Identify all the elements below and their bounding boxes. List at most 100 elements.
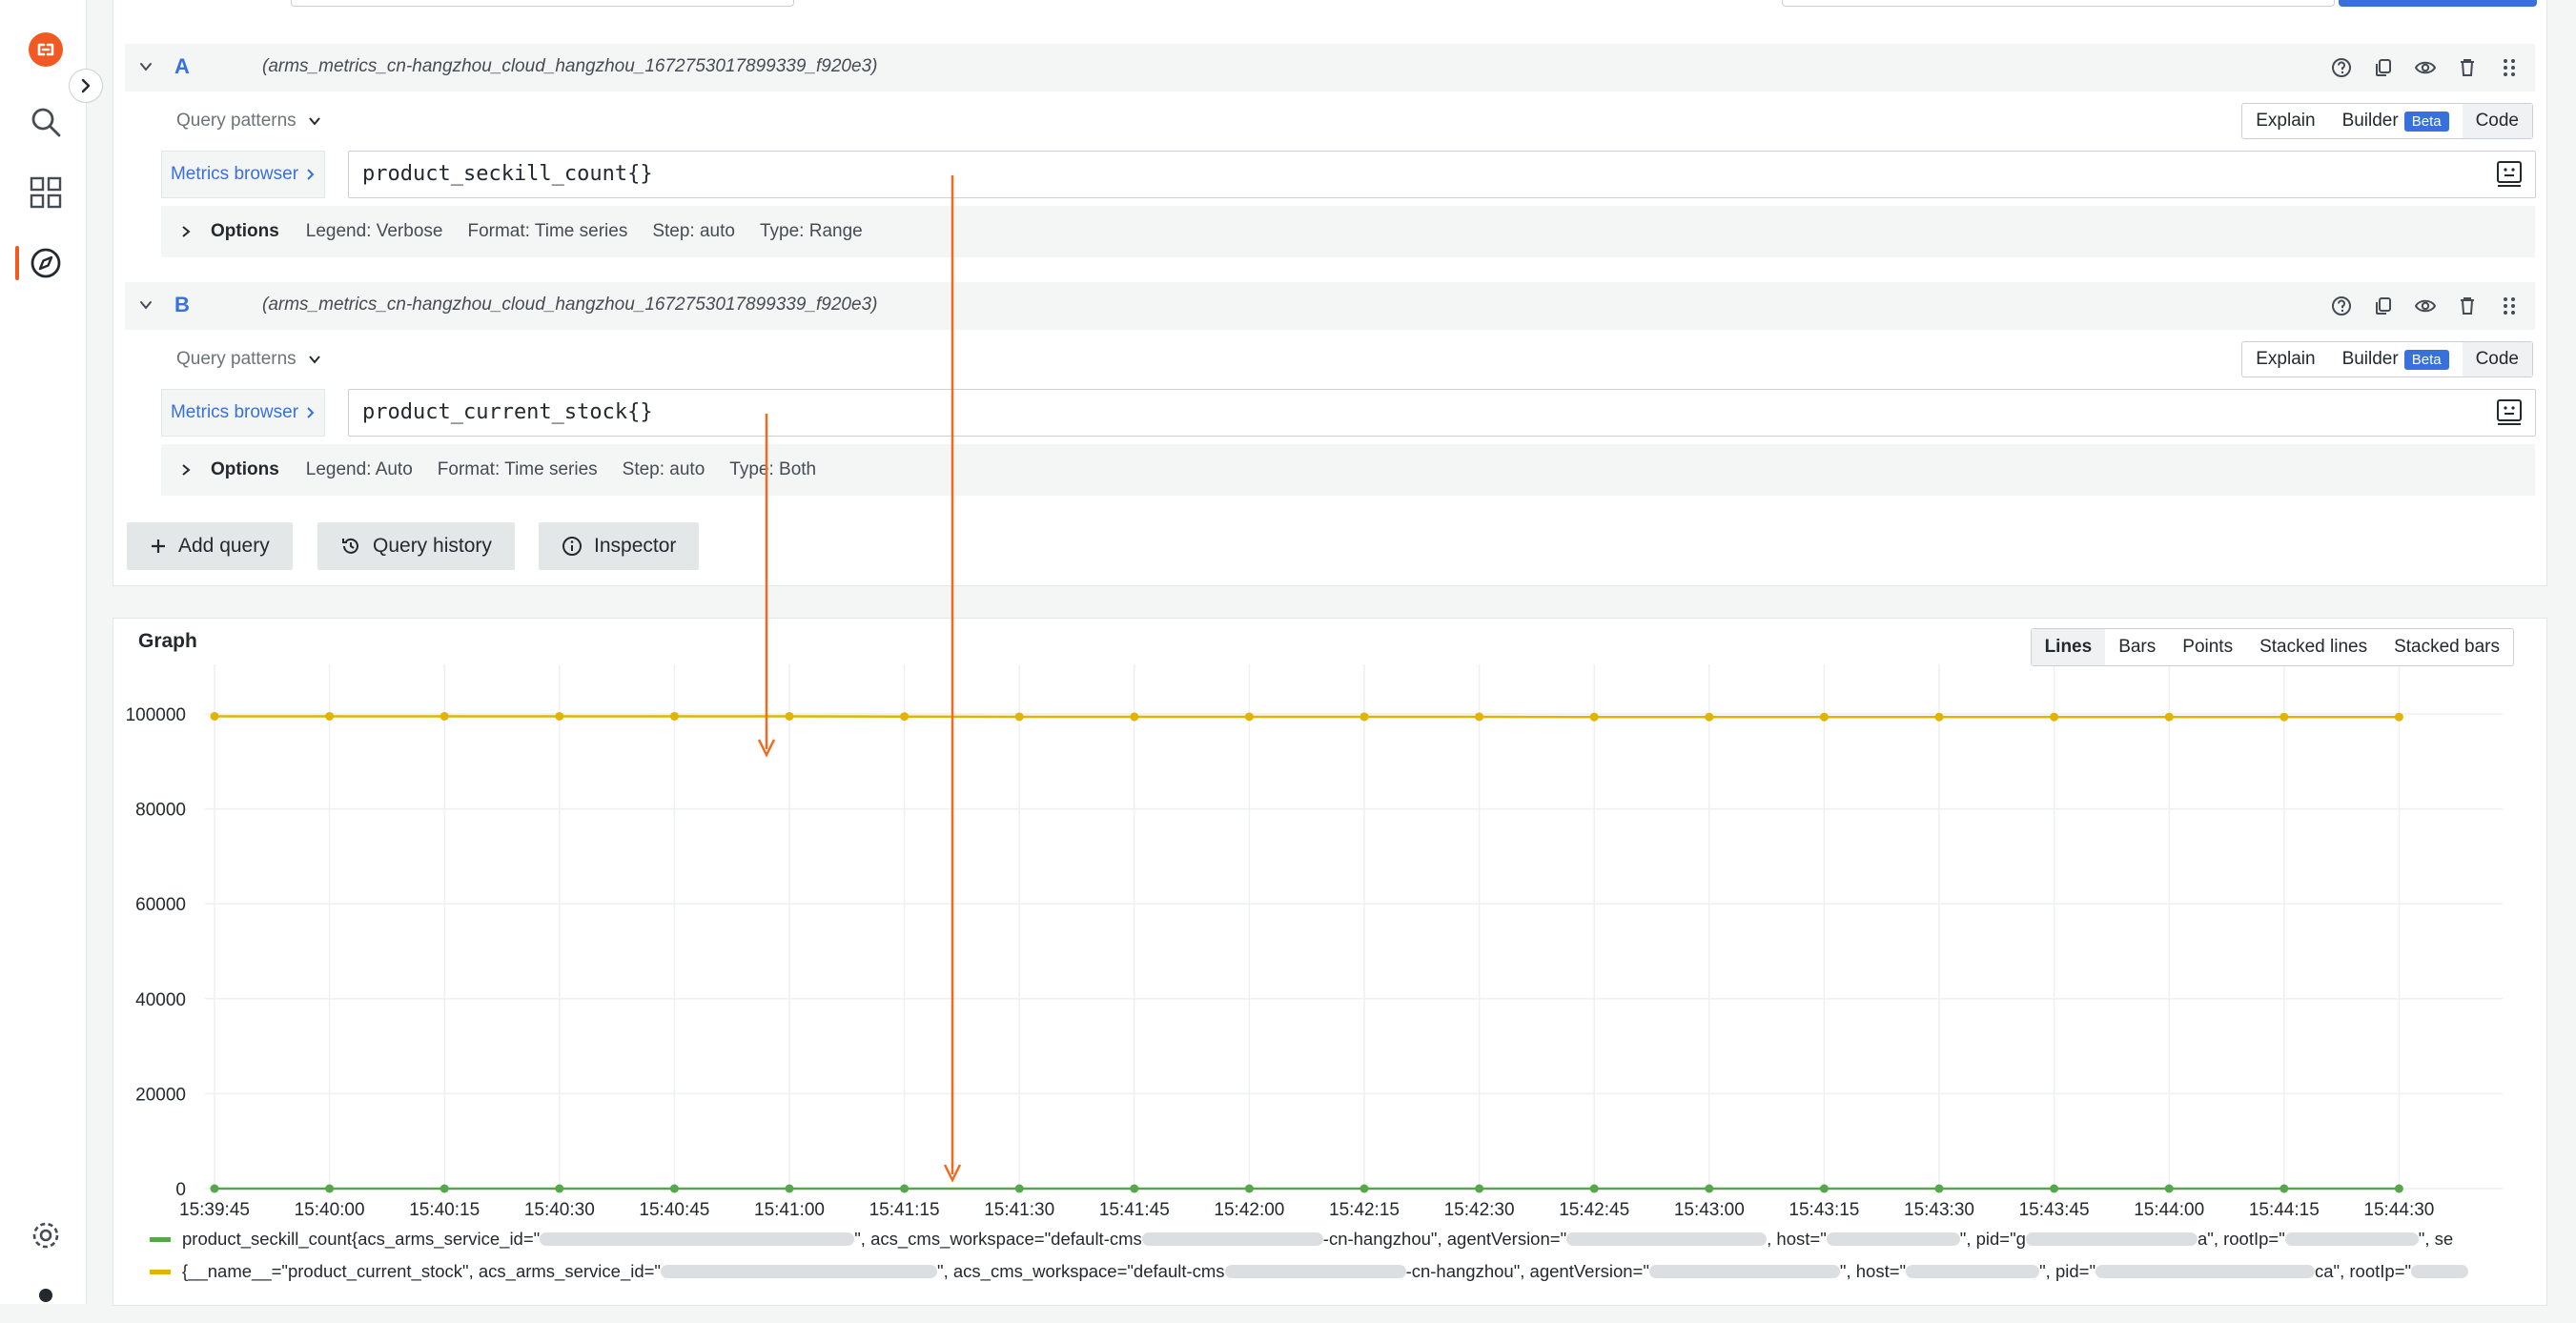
inspector-label: Inspector xyxy=(594,535,677,557)
y-tick-label: 60000 xyxy=(135,895,186,915)
builder-mode-button[interactable]: Builder Beta xyxy=(2329,104,2463,138)
stacked-lines-button[interactable]: Stacked lines xyxy=(2246,629,2381,665)
run-query-button[interactable] xyxy=(2339,0,2537,7)
query-code-input[interactable]: product_current_stock{} xyxy=(348,389,2536,437)
x-tick-label: 15:41:15 xyxy=(869,1200,940,1220)
lines-button[interactable]: Lines xyxy=(2031,629,2106,665)
query-letter[interactable]: B xyxy=(174,293,190,317)
explore-icon[interactable] xyxy=(23,240,69,286)
query-history-button[interactable]: Query history xyxy=(317,522,515,570)
legend-text: ", pid=" xyxy=(2039,1261,2096,1281)
query-history-label: Query history xyxy=(373,535,492,557)
data-point xyxy=(900,712,910,722)
legend-text: ", se xyxy=(2418,1229,2454,1249)
explain-toggle[interactable]: Explain xyxy=(2242,342,2328,377)
drag-handle-icon[interactable] xyxy=(2495,292,2524,320)
builder-mode-button[interactable]: Builder Beta xyxy=(2329,342,2463,377)
chevron-right-icon xyxy=(182,464,191,476)
x-tick-label: 15:42:00 xyxy=(1214,1200,1284,1220)
query-patterns-label: Query patterns xyxy=(176,349,296,369)
data-point xyxy=(900,1184,910,1193)
inspector-button[interactable]: Inspector xyxy=(539,522,700,570)
legend-text: -cn-hangzhou", agentVersion=" xyxy=(1322,1229,1567,1249)
add-query-label: Add query xyxy=(178,535,270,557)
chevron-down-icon xyxy=(308,117,320,126)
query-assistant-icon[interactable] xyxy=(2495,397,2524,431)
metrics-browser-label: Metrics browser xyxy=(170,402,299,422)
sidebar-expand-button[interactable] xyxy=(69,69,103,103)
trash-icon[interactable] xyxy=(2453,292,2482,320)
help-icon[interactable] xyxy=(2327,53,2356,82)
x-tick-label: 15:43:45 xyxy=(2019,1200,2090,1220)
data-point xyxy=(1244,1184,1254,1193)
explain-toggle[interactable]: Explain xyxy=(2242,104,2328,138)
data-point xyxy=(1360,1184,1369,1193)
stacked-bars-button[interactable]: Stacked bars xyxy=(2381,629,2513,665)
redacted-value xyxy=(2411,1265,2469,1278)
query-letter[interactable]: A xyxy=(174,54,190,79)
trash-icon[interactable] xyxy=(2453,53,2482,82)
code-mode-button[interactable]: Code xyxy=(2462,342,2532,377)
eye-icon[interactable] xyxy=(2411,292,2440,320)
x-tick-label: 15:44:00 xyxy=(2134,1200,2204,1220)
query-row-header-b: B (arms_metrics_cn-hangzhou_cloud_hangzh… xyxy=(125,282,2535,330)
profile-icon[interactable] xyxy=(23,1277,69,1323)
metrics-browser-button[interactable]: Metrics browser xyxy=(161,389,325,437)
info-icon xyxy=(562,537,582,556)
data-point xyxy=(325,711,335,721)
code-mode-button[interactable]: Code xyxy=(2462,104,2532,138)
x-tick-label: 15:42:30 xyxy=(1444,1200,1515,1220)
line-chart[interactable]: 0 20000 40000 60000 80000 100000 15:39:45 15:40… xyxy=(113,619,2546,1305)
redacted-value xyxy=(1648,1265,1840,1278)
query-expression[interactable]: product_seckill_count{} xyxy=(362,162,653,186)
search-icon[interactable] xyxy=(23,99,69,145)
time-picker-stub[interactable] xyxy=(291,0,794,7)
query-expression[interactable]: product_current_stock{} xyxy=(362,400,653,424)
collapse-icon[interactable] xyxy=(138,59,153,79)
data-point xyxy=(785,1184,794,1193)
bars-button[interactable]: Bars xyxy=(2105,629,2169,665)
data-point xyxy=(1244,712,1254,722)
x-tick-label: 15:41:30 xyxy=(984,1200,1054,1220)
x-tick-label: 15:42:15 xyxy=(1329,1200,1400,1220)
legend-item-seckill[interactable]: product_seckill_count{acs_arms_service_i… xyxy=(150,1227,2476,1252)
query-patterns-dropdown[interactable]: Query patterns xyxy=(176,349,321,370)
chevron-right-icon xyxy=(307,169,315,180)
query-code-input[interactable]: product_seckill_count{} xyxy=(348,151,2536,198)
points-button[interactable]: Points xyxy=(2169,629,2246,665)
add-query-button[interactable]: Add query xyxy=(127,522,293,570)
data-point xyxy=(1475,712,1484,722)
data-point xyxy=(2394,712,2403,722)
collapse-icon[interactable] xyxy=(138,297,153,317)
x-tick-label: 15:41:45 xyxy=(1099,1200,1170,1220)
help-icon[interactable] xyxy=(2327,292,2356,320)
duplicate-icon[interactable] xyxy=(2369,53,2398,82)
metrics-browser-button[interactable]: Metrics browser xyxy=(161,151,325,198)
data-point xyxy=(1819,1184,1829,1193)
redacted-value xyxy=(1566,1232,1768,1246)
query-options-row[interactable]: Options Legend: Auto Format: Time series… xyxy=(161,444,2535,496)
dashboards-icon[interactable] xyxy=(23,170,69,215)
x-tick-label: 15:43:30 xyxy=(1904,1200,1974,1220)
query-assistant-icon[interactable] xyxy=(2495,159,2524,193)
y-tick-label: 40000 xyxy=(135,990,186,1010)
legend-text: {__name__="product_current_stock", acs_a… xyxy=(182,1261,662,1281)
eye-icon[interactable] xyxy=(2411,53,2440,82)
x-tick-label: 15:40:45 xyxy=(639,1200,709,1220)
data-point xyxy=(1819,712,1829,722)
data-point xyxy=(1014,712,1024,722)
redacted-value xyxy=(1906,1265,2040,1278)
legend-item-stock[interactable]: {__name__="product_current_stock", acs_a… xyxy=(150,1259,2476,1284)
query-options-row[interactable]: Options Legend: Verbose Format: Time ser… xyxy=(161,206,2535,257)
drag-handle-icon[interactable] xyxy=(2495,53,2524,82)
logo-icon[interactable] xyxy=(23,27,69,72)
data-point xyxy=(2164,712,2174,722)
beta-badge: Beta xyxy=(2403,349,2449,370)
metrics-browser-label: Metrics browser xyxy=(170,164,299,184)
query-patterns-dropdown[interactable]: Query patterns xyxy=(176,111,321,132)
toolbar-input-stub[interactable] xyxy=(1782,0,2335,7)
editor-mode-toggle: Explain Builder Beta Code xyxy=(2241,103,2533,139)
option-type: Type: Range xyxy=(759,221,863,241)
duplicate-icon[interactable] xyxy=(2369,292,2398,320)
settings-icon[interactable] xyxy=(23,1212,69,1258)
